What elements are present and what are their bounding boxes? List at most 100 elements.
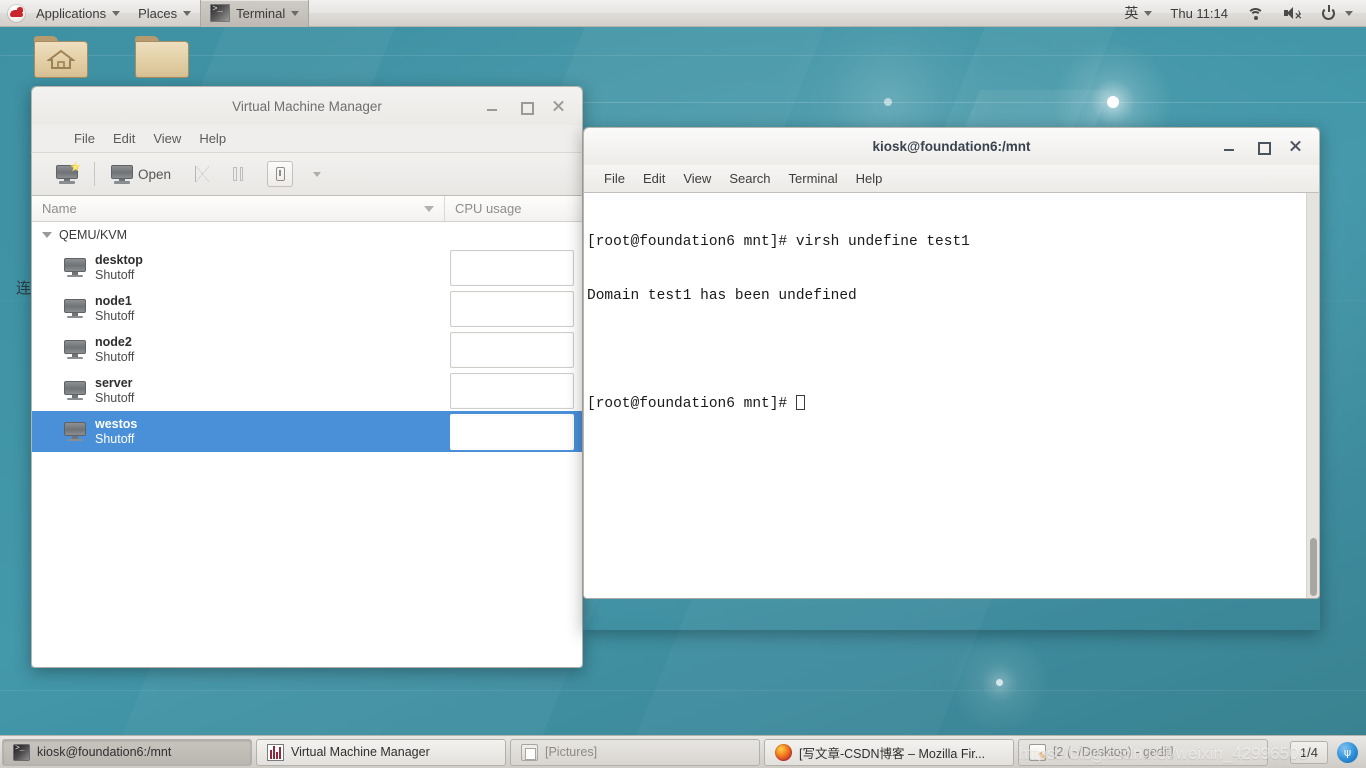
terminal-line: Domain test1 has been undefined xyxy=(587,288,857,304)
vmm-titlebar[interactable]: Virtual Machine Manager xyxy=(31,86,583,125)
table-row[interactable]: server Shutoff xyxy=(32,370,582,411)
desktop-icon-folder[interactable] xyxy=(130,36,194,78)
new-virtual-machine-button[interactable] xyxy=(40,161,86,188)
minimize-button[interactable] xyxy=(1222,139,1237,154)
close-button[interactable] xyxy=(1288,139,1303,154)
top-panel: Applications Places >_ Terminal 英 Thu 11… xyxy=(0,0,1366,27)
taskbar-item-vmm[interactable]: Virtual Machine Manager xyxy=(256,738,506,766)
terminal-scrollbar-thumb[interactable] xyxy=(1310,538,1317,596)
run-button xyxy=(187,162,217,186)
volume-muted-icon: ✕ xyxy=(1283,4,1302,23)
terminal-scrollbar[interactable] xyxy=(1306,193,1319,598)
monitor-icon xyxy=(111,164,133,184)
minimize-button[interactable] xyxy=(485,99,500,114)
play-icon xyxy=(195,166,210,182)
menu-help[interactable]: Help xyxy=(190,125,235,152)
menu-help-label: Help xyxy=(199,131,227,146)
terminal-prompt: [root@foundation6 mnt]# xyxy=(587,396,796,412)
vm-name: node2 xyxy=(95,334,132,349)
menu-help-label: Help xyxy=(855,171,883,186)
column-header-name-label: Name xyxy=(42,201,77,216)
chevron-down-icon xyxy=(1345,10,1353,16)
volume-indicator[interactable]: ✕ xyxy=(1274,0,1311,27)
close-button[interactable] xyxy=(551,99,566,114)
taskbar-item-pictures[interactable]: [Pictures] xyxy=(510,738,760,766)
home-folder-icon xyxy=(34,36,88,78)
column-header-name[interactable]: Name xyxy=(32,196,445,221)
monitor-icon xyxy=(64,299,86,318)
input-method-indicator[interactable]: 英 xyxy=(1115,0,1161,27)
wifi-indicator[interactable] xyxy=(1237,0,1274,27)
taskbar-item-terminal[interactable]: >_ kiosk@foundation6:/mnt xyxy=(2,738,252,766)
clock[interactable]: Thu 11:14 xyxy=(1161,0,1237,27)
terminal-cursor xyxy=(795,395,805,410)
terminal-output: [root@foundation6 mnt]# virsh undefine t… xyxy=(584,193,1319,449)
menu-search[interactable]: Search xyxy=(720,165,779,192)
home-glyph-icon xyxy=(47,49,75,69)
shutdown-dropdown-button[interactable] xyxy=(305,168,329,181)
terminal-window-buttons xyxy=(1222,139,1319,155)
monitor-icon xyxy=(64,340,86,359)
menu-file[interactable]: File xyxy=(65,125,104,152)
vmm-icon xyxy=(267,743,284,761)
power-menu[interactable] xyxy=(1311,0,1362,27)
firefox-icon xyxy=(775,743,792,761)
cpu-usage-sparkline xyxy=(450,331,574,368)
menu-edit[interactable]: Edit xyxy=(634,165,674,192)
menu-edit[interactable]: Edit xyxy=(104,125,144,152)
table-row[interactable]: westos Shutoff xyxy=(32,411,582,452)
desktop-icon-home[interactable] xyxy=(29,36,93,78)
menu-file[interactable]: File xyxy=(595,165,634,192)
active-window-label: Terminal xyxy=(236,5,286,21)
redhat-logo-icon[interactable] xyxy=(8,4,25,22)
taskbar-item-gedit[interactable]: [2 (~/Desktop) - gedit] xyxy=(1018,738,1268,766)
places-menu[interactable]: Places xyxy=(129,0,200,27)
menu-view[interactable]: View xyxy=(144,125,190,152)
clock-label: Thu 11:14 xyxy=(1170,5,1228,21)
vm-state: Shutoff xyxy=(95,390,135,405)
table-row[interactable]: node1 Shutoff xyxy=(32,288,582,329)
tree-expanded-icon[interactable] xyxy=(42,231,52,238)
applications-menu[interactable]: Applications xyxy=(27,0,129,27)
menu-help[interactable]: Help xyxy=(847,165,892,192)
column-header-cpu-usage[interactable]: CPU usage xyxy=(445,196,531,221)
vm-state: Shutoff xyxy=(95,431,135,446)
open-button-label: Open xyxy=(138,166,172,182)
taskbar-item-label: [写文章-CSDN博客 – Mozilla Fir... xyxy=(799,746,986,761)
pause-button xyxy=(225,163,251,185)
vm-state: Shutoff xyxy=(95,308,135,323)
terminal-prompt-line: [root@foundation6 mnt]# xyxy=(587,395,1319,413)
menu-terminal[interactable]: Terminal xyxy=(780,165,847,192)
vm-name: server xyxy=(95,375,133,390)
workspace-indicator[interactable]: 1/4 ψ xyxy=(1289,740,1366,764)
cpu-usage-sparkline xyxy=(450,249,574,286)
vm-state: Shutoff xyxy=(95,267,135,282)
pause-icon xyxy=(233,167,244,181)
open-button[interactable]: Open xyxy=(103,161,179,188)
maximize-button[interactable] xyxy=(518,99,534,115)
table-row[interactable]: node2 Shutoff xyxy=(32,329,582,370)
terminal-titlebar[interactable]: kiosk@foundation6:/mnt xyxy=(583,127,1320,165)
maximize-button[interactable] xyxy=(1255,139,1271,155)
file-manager-icon xyxy=(521,743,538,761)
wallpaper-line xyxy=(0,690,1366,691)
taskbar-item-label: [Pictures] xyxy=(545,745,598,759)
terminal-screen[interactable]: [root@foundation6 mnt]# virsh undefine t… xyxy=(583,193,1320,599)
shutdown-button[interactable] xyxy=(259,157,301,191)
virtual-machine-manager-window[interactable]: Virtual Machine Manager File Edit View H… xyxy=(31,86,583,668)
menu-terminal-label: Terminal xyxy=(788,171,838,186)
table-row[interactable]: desktop Shutoff xyxy=(32,247,582,288)
taskbar-item-firefox[interactable]: [写文章-CSDN博客 – Mozilla Fir... xyxy=(764,738,1014,766)
menu-view[interactable]: View xyxy=(674,165,720,192)
cpu-usage-sparkline xyxy=(450,290,574,327)
input-method-label: 英 xyxy=(1124,6,1139,22)
connection-row-qemu-kvm[interactable]: QEMU/KVM xyxy=(32,222,582,247)
menu-file-label: File xyxy=(604,171,625,186)
applications-menu-label: Applications xyxy=(36,5,107,21)
active-window-menu[interactable]: >_ Terminal xyxy=(200,0,310,27)
terminal-window[interactable]: kiosk@foundation6:/mnt File Edit View Se… xyxy=(583,127,1320,630)
vmm-menubar: File Edit View Help xyxy=(31,125,583,152)
menu-edit-label: Edit xyxy=(112,131,136,146)
chevron-down-icon xyxy=(183,10,192,16)
blue-circle-icon[interactable]: ψ xyxy=(1337,741,1358,763)
